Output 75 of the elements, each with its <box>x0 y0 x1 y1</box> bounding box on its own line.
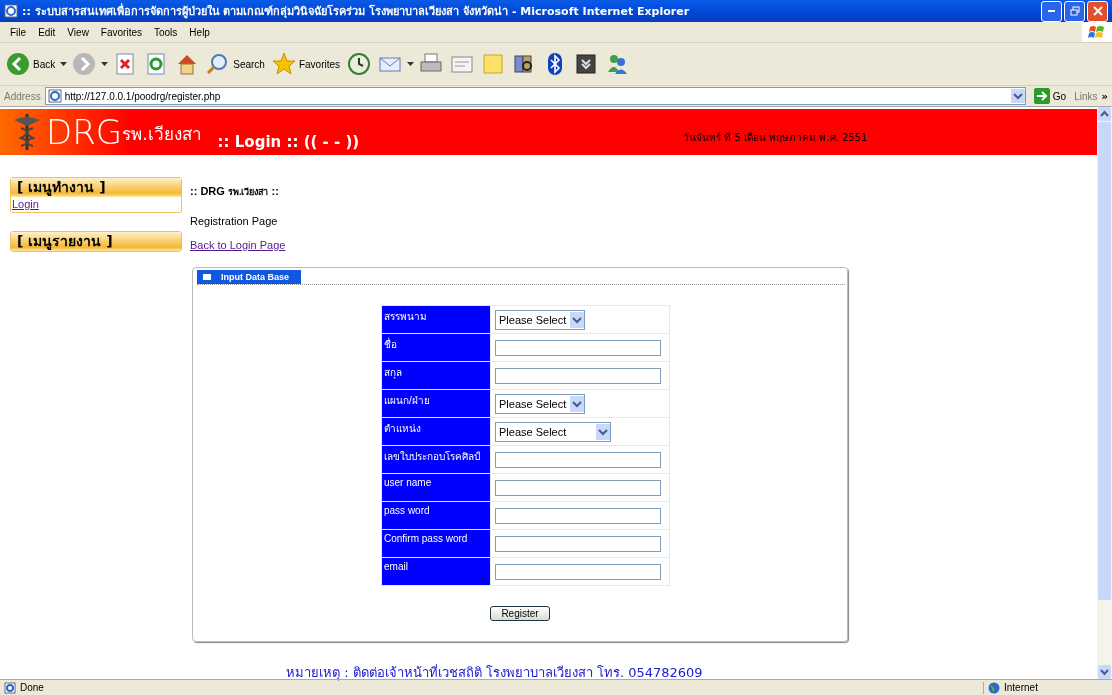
zone-text: Internet <box>1004 682 1038 693</box>
field-label: Confirm pass word <box>382 530 490 557</box>
restore-button[interactable] <box>1064 0 1085 22</box>
date-text: วันจันทร์ ที่ 5 เดือน พฤษภาคม พ.ศ. 2551 <box>683 130 868 145</box>
globe-icon <box>988 681 1000 694</box>
field-label: ตำแหน่ง <box>382 418 490 445</box>
field-label: เลขใบประกอบโรคศิลป์ <box>382 446 490 473</box>
scrollbar[interactable] <box>1097 107 1112 679</box>
search-button[interactable]: Search <box>204 52 267 76</box>
address-label: Address <box>4 90 41 102</box>
back-button[interactable]: Back <box>4 52 58 76</box>
field-label: สกุล <box>382 362 490 389</box>
more-links-button[interactable]: » <box>1101 90 1108 102</box>
field-label: pass word <box>382 502 490 529</box>
people-icon <box>605 52 630 76</box>
menu-item[interactable]: View <box>61 26 95 38</box>
back-link[interactable]: Back to Login Page <box>190 239 286 251</box>
select-field[interactable]: Please Select <box>495 309 586 330</box>
menu-link[interactable]: Login <box>11 197 181 212</box>
favorites-button[interactable]: Favorites <box>269 52 343 76</box>
menu-heading: [ เมนูทำงาน ] <box>11 178 181 197</box>
input-field[interactable] <box>495 507 661 524</box>
ie-page-icon <box>4 4 18 18</box>
note-icon <box>481 52 506 76</box>
page-subtitle: Registration Page <box>190 215 278 227</box>
dropdown-caret-icon <box>60 61 68 67</box>
menu-item[interactable]: File <box>4 26 33 38</box>
menu-item[interactable]: Favorites <box>94 26 148 38</box>
ie-page-icon <box>4 681 16 694</box>
register-button[interactable]: Register <box>490 606 550 621</box>
dropdown-caret-icon <box>407 61 415 67</box>
close-icon <box>1092 6 1103 16</box>
scroll-up-icon <box>1098 107 1111 121</box>
select-field[interactable]: Please Select <box>495 421 612 442</box>
go-arrow-icon <box>1033 88 1050 104</box>
dropdown-caret-icon <box>101 61 109 67</box>
input-field[interactable] <box>495 367 661 384</box>
field-label: สรรพนาม <box>382 306 490 333</box>
logo-text: DRG <box>46 112 123 152</box>
field-label: email <box>382 558 490 585</box>
menu-item[interactable]: Help <box>183 26 216 38</box>
menu-item[interactable]: Edit <box>32 26 62 38</box>
windows-flag-icon <box>1088 24 1106 40</box>
close-button[interactable] <box>1087 0 1108 22</box>
status-text: Done <box>20 682 45 693</box>
input-field[interactable] <box>495 535 661 552</box>
field-label: ชื่อ <box>382 334 490 361</box>
scroll-thumb[interactable] <box>1098 122 1111 600</box>
field-label: user name <box>382 474 490 501</box>
input-field[interactable] <box>495 339 661 356</box>
restore-icon <box>1069 6 1080 16</box>
field-label: แผนก/ฝ่าย <box>382 390 490 417</box>
scroll-down-icon <box>1098 665 1111 679</box>
input-field[interactable] <box>495 451 661 468</box>
go-button[interactable]: Go <box>1029 88 1071 104</box>
input-field[interactable] <box>495 563 661 580</box>
input-field[interactable] <box>495 479 661 496</box>
menu-item[interactable]: Tools <box>148 26 184 38</box>
clock-icon <box>347 52 372 76</box>
logo-subtitle: รพ.เวียงสา <box>122 123 202 146</box>
address-field[interactable]: http://127.0.0.1/poodrg/register.php <box>44 87 1026 105</box>
page-title: :: Login :: (( - - )) <box>217 133 360 151</box>
star-icon <box>271 52 296 76</box>
select-field[interactable]: Please Select <box>495 393 586 414</box>
panel-title: Input Data Base <box>221 272 289 282</box>
links-button[interactable]: Links <box>1074 90 1098 102</box>
minimize-button[interactable] <box>1041 0 1062 22</box>
footer-note: หมายเหตุ : ติดต่อเจ้าหน้าที่เวชสถิติ โรงพยาบาลเวียงสา โทร. 054782609 <box>286 663 703 683</box>
ie-page-icon <box>47 89 62 103</box>
minimize-icon <box>1048 10 1055 12</box>
caduceus-logo-icon <box>12 112 42 152</box>
square-bullet-icon <box>203 274 211 280</box>
window-title: :: ระบบสารสนเทศเพื่อการจัดการผู้ป่วยใน ตามเกณฑ์กลุ่มวินิจฉัยโรคร่วม โรงพยาบาลเวียงสา จังหวัดน่า - Microsoft Internet Explorer <box>22 2 691 20</box>
menu-heading: [ เมนูรายงาน ] <box>11 232 181 251</box>
page-heading: :: DRG รพ.เวียงสา :: <box>190 185 279 199</box>
